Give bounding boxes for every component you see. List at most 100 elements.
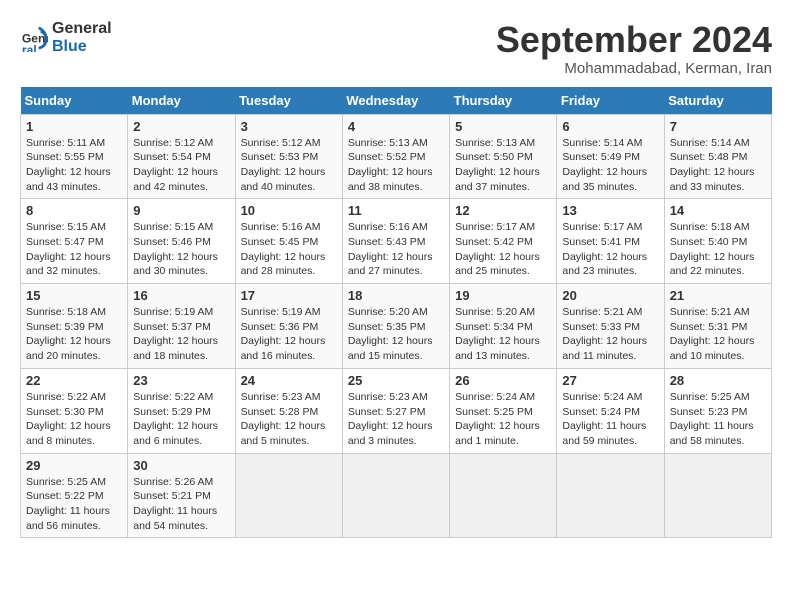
header-wednesday: Wednesday (342, 87, 449, 115)
header-thursday: Thursday (450, 87, 557, 115)
header-sunday: Sunday (21, 87, 128, 115)
day-info: Sunrise: 5:12 AMSunset: 5:53 PMDaylight:… (241, 136, 337, 195)
day-info: Sunrise: 5:11 AMSunset: 5:55 PMDaylight:… (26, 136, 122, 195)
calendar-cell: 7 Sunrise: 5:14 AMSunset: 5:48 PMDaylight… (664, 114, 771, 199)
calendar-cell (557, 453, 664, 538)
calendar-cell (450, 453, 557, 538)
day-number: 11 (348, 203, 444, 218)
calendar-cell: 19 Sunrise: 5:20 AMSunset: 5:34 PMDayligh… (450, 284, 557, 369)
header-tuesday: Tuesday (235, 87, 342, 115)
logo-general: General (52, 20, 112, 38)
day-number: 29 (26, 458, 122, 473)
day-number: 2 (133, 119, 229, 134)
calendar-week-3: 15Sunrise: 5:18 AMSunset: 5:39 PMDayligh… (21, 284, 772, 369)
calendar-cell: 9 Sunrise: 5:15 AMSunset: 5:46 PMDaylight… (128, 199, 235, 284)
day-info: Sunrise: 5:20 AMSunset: 5:34 PMDaylight:… (455, 305, 551, 364)
day-number: 9 (133, 203, 229, 218)
day-number: 20 (562, 288, 658, 303)
calendar-cell: 30 Sunrise: 5:26 AMSunset: 5:21 PMDayligh… (128, 453, 235, 538)
calendar-cell: 14 Sunrise: 5:18 AMSunset: 5:40 PMDayligh… (664, 199, 771, 284)
calendar-cell: 4Sunrise: 5:13 AMSunset: 5:52 PMDaylight… (342, 114, 449, 199)
calendar-cell: 24 Sunrise: 5:23 AMSunset: 5:28 PMDayligh… (235, 368, 342, 453)
day-info: Sunrise: 5:13 AMSunset: 5:52 PMDaylight:… (348, 136, 444, 195)
day-number: 22 (26, 373, 122, 388)
calendar-cell: 26 Sunrise: 5:24 AMSunset: 5:25 PMDayligh… (450, 368, 557, 453)
day-info: Sunrise: 5:23 AMSunset: 5:28 PMDaylight:… (241, 390, 337, 449)
calendar-cell: 17Sunrise: 5:19 AMSunset: 5:36 PMDayligh… (235, 284, 342, 369)
calendar-header: SundayMondayTuesdayWednesdayThursdayFrid… (21, 87, 772, 115)
day-info: Sunrise: 5:22 AMSunset: 5:29 PMDaylight:… (133, 390, 229, 449)
calendar-week-2: 8 Sunrise: 5:15 AMSunset: 5:47 PMDaylight… (21, 199, 772, 284)
day-info: Sunrise: 5:16 AMSunset: 5:43 PMDaylight:… (348, 220, 444, 279)
calendar-cell (342, 453, 449, 538)
day-info: Sunrise: 5:15 AMSunset: 5:46 PMDaylight:… (133, 220, 229, 279)
calendar-cell: 21Sunrise: 5:21 AMSunset: 5:31 PMDayligh… (664, 284, 771, 369)
day-info: Sunrise: 5:15 AMSunset: 5:47 PMDaylight:… (26, 220, 122, 279)
day-info: Sunrise: 5:14 AMSunset: 5:49 PMDaylight:… (562, 136, 658, 195)
calendar-cell: 1Sunrise: 5:11 AMSunset: 5:55 PMDaylight… (21, 114, 128, 199)
day-info: Sunrise: 5:25 AMSunset: 5:23 PMDaylight:… (670, 390, 766, 449)
header-friday: Friday (557, 87, 664, 115)
logo: Gene ral General Blue (20, 20, 112, 55)
calendar-cell (664, 453, 771, 538)
calendar-cell: 22Sunrise: 5:22 AMSunset: 5:30 PMDayligh… (21, 368, 128, 453)
day-number: 5 (455, 119, 551, 134)
day-number: 12 (455, 203, 551, 218)
calendar-cell: 13 Sunrise: 5:17 AMSunset: 5:41 PMDayligh… (557, 199, 664, 284)
month-title: September 2024 (496, 20, 772, 60)
day-info: Sunrise: 5:19 AMSunset: 5:37 PMDaylight:… (133, 305, 229, 364)
day-info: Sunrise: 5:24 AMSunset: 5:25 PMDaylight:… (455, 390, 551, 449)
calendar-cell: 23Sunrise: 5:22 AMSunset: 5:29 PMDayligh… (128, 368, 235, 453)
calendar-week-5: 29 Sunrise: 5:25 AMSunset: 5:22 PMDayligh… (21, 453, 772, 538)
day-number: 7 (670, 119, 766, 134)
day-info: Sunrise: 5:20 AMSunset: 5:35 PMDaylight:… (348, 305, 444, 364)
calendar-cell: 28 Sunrise: 5:25 AMSunset: 5:23 PMDayligh… (664, 368, 771, 453)
header-row: SundayMondayTuesdayWednesdayThursdayFrid… (21, 87, 772, 115)
header-saturday: Saturday (664, 87, 771, 115)
day-number: 30 (133, 458, 229, 473)
title-block: September 2024 Mohammadabad, Kerman, Ira… (496, 20, 772, 77)
logo-blue: Blue (52, 38, 112, 56)
day-info: Sunrise: 5:19 AMSunset: 5:36 PMDaylight:… (241, 305, 337, 364)
day-number: 14 (670, 203, 766, 218)
svg-text:ral: ral (22, 42, 37, 51)
day-number: 24 (241, 373, 337, 388)
day-number: 8 (26, 203, 122, 218)
day-info: Sunrise: 5:17 AMSunset: 5:41 PMDaylight:… (562, 220, 658, 279)
day-number: 13 (562, 203, 658, 218)
day-info: Sunrise: 5:21 AMSunset: 5:33 PMDaylight:… (562, 305, 658, 364)
day-number: 16 (133, 288, 229, 303)
day-number: 19 (455, 288, 551, 303)
location: Mohammadabad, Kerman, Iran (496, 60, 772, 77)
day-number: 18 (348, 288, 444, 303)
day-info: Sunrise: 5:26 AMSunset: 5:21 PMDaylight:… (133, 475, 229, 534)
calendar-cell: 3 Sunrise: 5:12 AMSunset: 5:53 PMDaylight… (235, 114, 342, 199)
day-info: Sunrise: 5:25 AMSunset: 5:22 PMDaylight:… (26, 475, 122, 534)
day-number: 15 (26, 288, 122, 303)
day-number: 10 (241, 203, 337, 218)
day-number: 28 (670, 373, 766, 388)
calendar-cell: 2 Sunrise: 5:12 AMSunset: 5:54 PMDaylight… (128, 114, 235, 199)
calendar-cell (235, 453, 342, 538)
day-number: 27 (562, 373, 658, 388)
day-info: Sunrise: 5:17 AMSunset: 5:42 PMDaylight:… (455, 220, 551, 279)
day-number: 3 (241, 119, 337, 134)
day-info: Sunrise: 5:14 AMSunset: 5:48 PMDaylight:… (670, 136, 766, 195)
calendar-cell: 8 Sunrise: 5:15 AMSunset: 5:47 PMDaylight… (21, 199, 128, 284)
calendar-cell: 5 Sunrise: 5:13 AMSunset: 5:50 PMDaylight… (450, 114, 557, 199)
calendar-week-1: 1Sunrise: 5:11 AMSunset: 5:55 PMDaylight… (21, 114, 772, 199)
day-info: Sunrise: 5:16 AMSunset: 5:45 PMDaylight:… (241, 220, 337, 279)
day-info: Sunrise: 5:18 AMSunset: 5:40 PMDaylight:… (670, 220, 766, 279)
day-number: 26 (455, 373, 551, 388)
calendar-cell: 10 Sunrise: 5:16 AMSunset: 5:45 PMDayligh… (235, 199, 342, 284)
logo-icon: Gene ral (20, 24, 48, 52)
day-info: Sunrise: 5:24 AMSunset: 5:24 PMDaylight:… (562, 390, 658, 449)
calendar-cell: 12 Sunrise: 5:17 AMSunset: 5:42 PMDayligh… (450, 199, 557, 284)
calendar-table: SundayMondayTuesdayWednesdayThursdayFrid… (20, 87, 772, 539)
page-header: Gene ral General Blue September 2024 Moh… (20, 20, 772, 77)
calendar-cell: 6Sunrise: 5:14 AMSunset: 5:49 PMDaylight… (557, 114, 664, 199)
calendar-week-4: 22Sunrise: 5:22 AMSunset: 5:30 PMDayligh… (21, 368, 772, 453)
day-info: Sunrise: 5:13 AMSunset: 5:50 PMDaylight:… (455, 136, 551, 195)
day-number: 25 (348, 373, 444, 388)
day-info: Sunrise: 5:12 AMSunset: 5:54 PMDaylight:… (133, 136, 229, 195)
